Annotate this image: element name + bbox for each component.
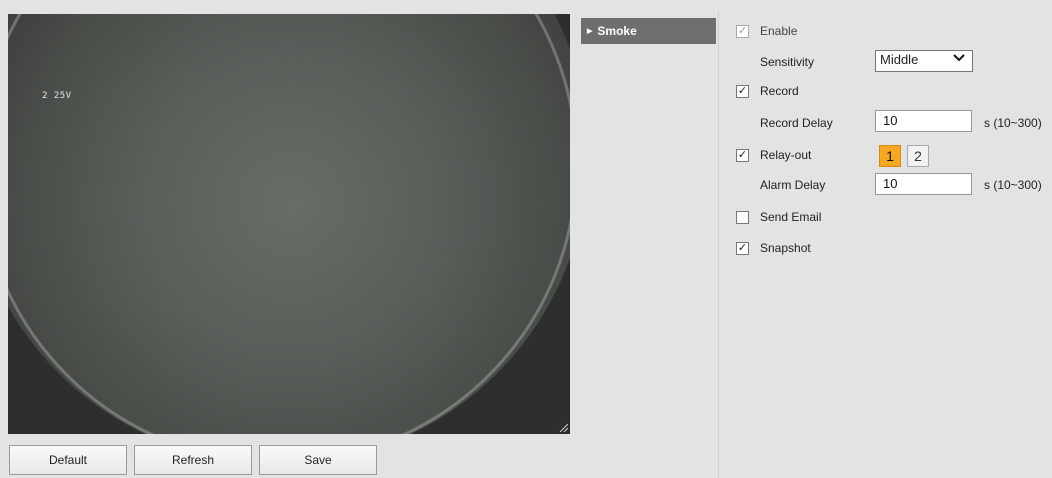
resize-grip-icon [559, 423, 568, 432]
record-checkbox[interactable]: ✓ [736, 84, 749, 98]
tab-smoke[interactable]: ▶ Smoke [581, 18, 716, 44]
relay-channel-2-button[interactable]: 2 [907, 145, 929, 167]
enable-row: ✓ Enable [736, 21, 797, 41]
video-preview: 2 25V [8, 14, 570, 434]
sensitivity-label: Sensitivity [760, 55, 815, 69]
record-label: Record [760, 84, 799, 98]
sensitivity-select[interactable]: Middle [875, 50, 973, 72]
record-row: ✓ Record [736, 81, 799, 101]
alarm-delay-label: Alarm Delay [760, 178, 826, 192]
enable-checkbox[interactable]: ✓ [736, 24, 749, 38]
relay-out-label: Relay-out [760, 148, 812, 162]
enable-label: Enable [760, 24, 798, 38]
alarm-delay-range: s (10~300) [984, 178, 1042, 192]
relay-out-row: ✓ Relay-out [736, 145, 811, 165]
lens-rim [8, 14, 570, 434]
send-email-row: Send Email [736, 207, 821, 227]
snapshot-row: ✓ Snapshot [736, 238, 811, 258]
send-email-checkbox[interactable] [736, 210, 749, 224]
relay-out-checkbox[interactable]: ✓ [736, 148, 749, 162]
save-button[interactable]: Save [259, 445, 377, 475]
default-button[interactable]: Default [9, 445, 127, 475]
record-delay-label: Record Delay [760, 116, 833, 130]
send-email-label: Send Email [760, 210, 822, 224]
tab-label: Smoke [597, 24, 637, 38]
snapshot-label: Snapshot [760, 241, 811, 255]
snapshot-checkbox[interactable]: ✓ [736, 241, 749, 255]
relay-channel-1-button[interactable]: 1 [879, 145, 901, 167]
refresh-button[interactable]: Refresh [134, 445, 252, 475]
osd-text: 2 25V [42, 91, 72, 101]
alarm-delay-input[interactable]: 10 [875, 173, 972, 195]
record-delay-input[interactable]: 10 [875, 110, 972, 132]
caret-right-icon: ▶ [587, 28, 593, 35]
panel-divider [718, 10, 719, 478]
chevron-down-icon [953, 52, 965, 66]
sensitivity-value: Middle [880, 52, 919, 67]
record-delay-range: s (10~300) [984, 116, 1042, 130]
